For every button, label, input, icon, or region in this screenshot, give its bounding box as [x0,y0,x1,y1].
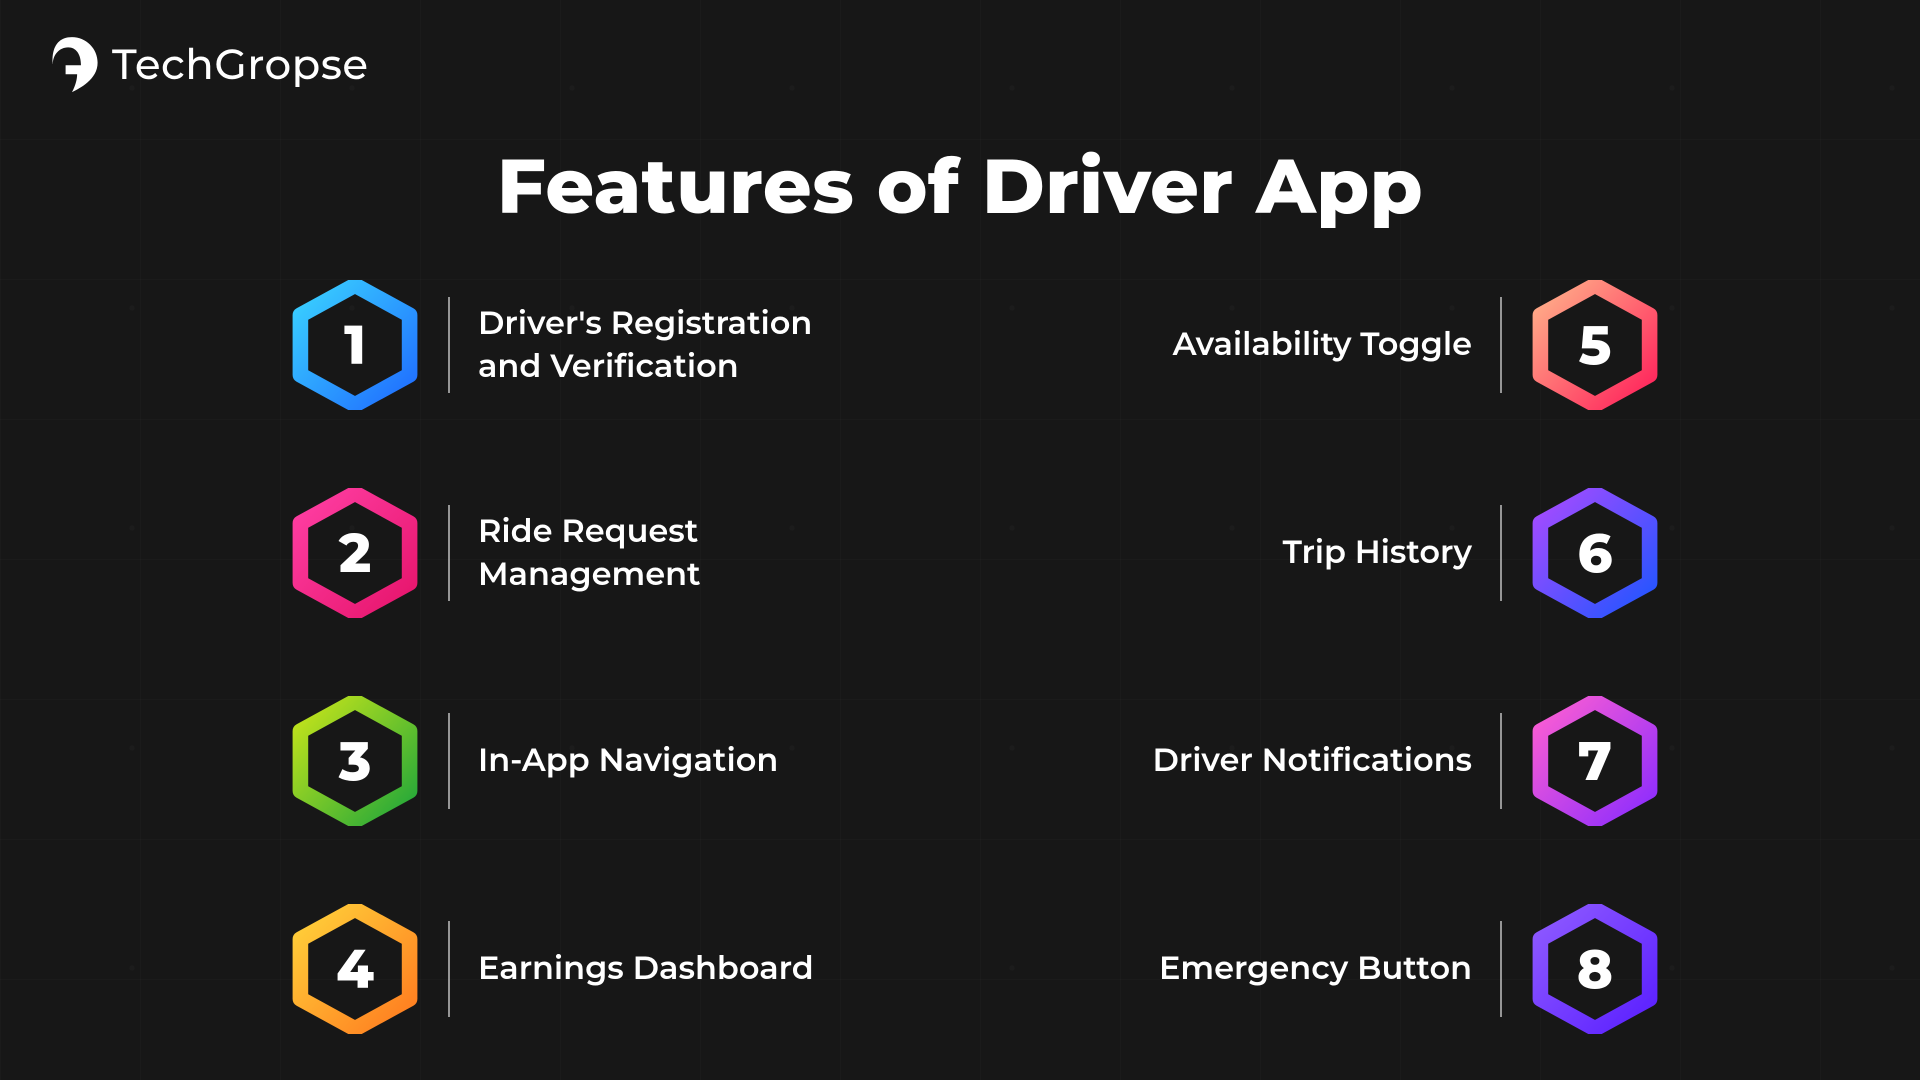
brand-logo: TechGropse [40,32,369,96]
feature-number: 7 [1530,696,1660,826]
feature-number: 4 [290,904,420,1034]
divider [1500,713,1502,809]
divider [448,921,450,1017]
hexagon-icon: 7 [1530,696,1660,826]
hexagon-icon: 2 [290,488,420,618]
feature-label: Driver Notifications [1152,739,1472,782]
features-grid: 1Driver's Registration and Verification … [0,270,1920,1080]
feature-item: 1 Driver's Registration and Verification [290,280,858,410]
feature-item: 6 Trip History [1152,488,1660,618]
feature-number: 8 [1530,904,1660,1034]
feature-item: 7 Driver Notifications [1152,696,1660,826]
feature-item: 4 Earnings Dashboard [290,904,858,1034]
hexagon-icon: 3 [290,696,420,826]
hexagon-icon: 5 [1530,280,1660,410]
features-column-right: 5 Availability Toggle 6 Trip History 7 Driv… [1152,270,1660,1040]
divider [448,297,450,393]
feature-label: In-App Navigation [478,739,778,782]
feature-number: 1 [290,280,420,410]
feature-item: 8 Emergency Button [1152,904,1660,1034]
feature-label: Earnings Dashboard [478,947,814,990]
feature-label: Driver's Registration and Verification [478,302,858,388]
hexagon-icon: 6 [1530,488,1660,618]
feature-number: 3 [290,696,420,826]
page-title: Features of Driver App [0,140,1920,233]
feature-label: Trip History [1283,531,1472,574]
divider [1500,297,1502,393]
divider [448,505,450,601]
hexagon-icon: 1 [290,280,420,410]
feature-label: Availability Toggle [1173,323,1472,366]
feature-number: 5 [1530,280,1660,410]
feature-number: 2 [290,488,420,618]
divider [448,713,450,809]
feature-item: 5 Availability Toggle [1152,280,1660,410]
divider [1500,921,1502,1017]
feature-item: 3 In-App Navigation [290,696,858,826]
hexagon-icon: 4 [290,904,420,1034]
feature-label: Ride Request Management [478,510,858,596]
features-column-left: 1Driver's Registration and Verification … [290,270,858,1040]
hexagon-icon: 8 [1530,904,1660,1034]
divider [1500,505,1502,601]
feature-label: Emergency Button [1159,947,1472,990]
feature-item: 2 Ride Request Management [290,488,858,618]
brand-name: TechGropse [112,38,369,90]
brand-mark-icon [40,32,104,96]
feature-number: 6 [1530,488,1660,618]
